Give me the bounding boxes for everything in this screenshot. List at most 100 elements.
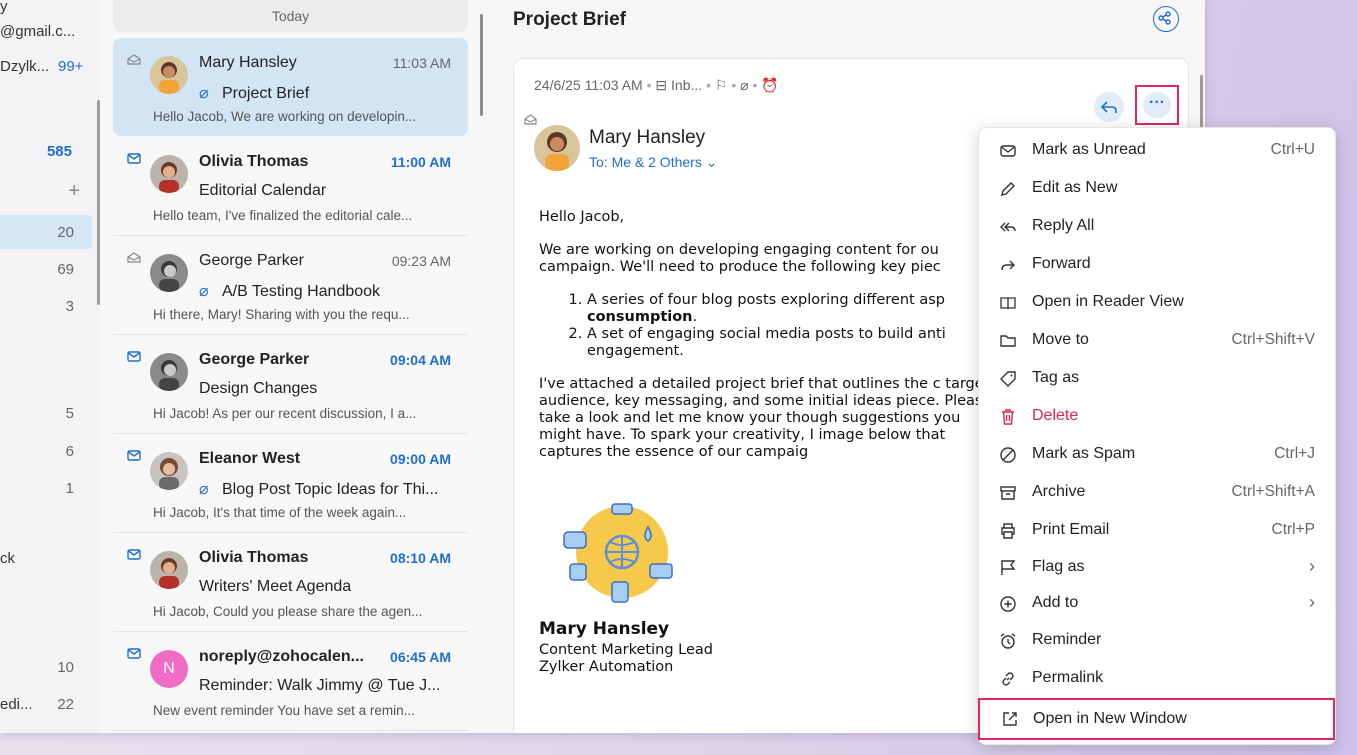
recipients-toggle[interactable]: To: Me & 2 Others ⌄ <box>589 154 717 171</box>
folder-count[interactable]: 6 <box>34 443 74 460</box>
read-envelope-icon <box>127 54 141 65</box>
folder-count[interactable]: 22 <box>34 696 74 713</box>
folder-count[interactable]: 3 <box>34 298 74 315</box>
flag-icon[interactable]: ⚐ <box>715 77 728 93</box>
mail-subject: Reminder: Walk Jimmy @ Tue J... <box>199 677 441 694</box>
more-dots-icon: ··· <box>1143 92 1171 118</box>
avatar <box>150 551 188 589</box>
campaign-illustration <box>563 503 673 603</box>
mail-time: 11:03 AM <box>392 55 451 71</box>
menu-item-edit-as-new[interactable]: Edit as New <box>979 171 1335 207</box>
mail-sender: Olivia Thomas <box>199 153 309 170</box>
list-item[interactable]: Olivia Thomas 11:00 AM Editorial Calenda… <box>113 137 468 236</box>
list-item[interactable]: George Parker 09:23 AM ⌀ A/B Testing Hand… <box>113 236 468 335</box>
menu-item-add-to[interactable]: Add to › <box>979 586 1335 622</box>
menu-item-open-new-window[interactable]: Open in New Window <box>978 698 1335 740</box>
unread-envelope-icon <box>127 153 141 164</box>
mail-time: 09:23 AM <box>391 253 451 269</box>
menu-item-archive[interactable]: Archive Ctrl+Shift+A <box>979 475 1335 511</box>
mail-time: 06:45 AM <box>390 649 451 665</box>
share-icon <box>1157 10 1171 25</box>
list-scrollbar[interactable] <box>480 14 483 116</box>
account-zylker[interactable]: Dzylk... <box>0 58 49 75</box>
mail-subject: Writers' Meet Agenda <box>199 578 352 595</box>
attachment-icon[interactable]: ⌀ <box>740 77 748 93</box>
body-paragraph: We are working on developing engaging co… <box>539 242 941 275</box>
menu-item-mark-spam[interactable]: Mark as Spam Ctrl+J <box>979 437 1335 473</box>
email-body: Hello Jacob, We are working on developin… <box>539 209 999 477</box>
menu-item-reader-view[interactable]: Open in Reader View <box>979 285 1335 321</box>
share-button[interactable] <box>1153 6 1179 32</box>
signature-company: Zylker Automation <box>539 659 674 675</box>
mail-sender: Olivia Thomas <box>199 549 309 566</box>
list-item[interactable]: Eleanor West 09:00 AM ⌀ Blog Post Topic I… <box>113 434 468 533</box>
mail-time: 09:04 AM <box>390 352 451 368</box>
mail-preview: Hello Jacob, We are working on developin… <box>153 109 417 124</box>
email-title: Project Brief <box>513 9 626 30</box>
unread-envelope-icon <box>127 351 141 362</box>
paperclip-icon: ⌀ <box>199 85 209 102</box>
mail-time: 11:00 AM <box>390 154 451 170</box>
envelope-icon <box>1000 145 1016 157</box>
avatar: N <box>150 650 188 688</box>
folder-count[interactable]: 1 <box>34 480 74 497</box>
reply-icon <box>1100 101 1117 113</box>
mail-list: Today Mary Hansley 11:03 AM ⌀ Project Bri… <box>100 0 485 733</box>
unread-envelope-icon <box>127 549 141 560</box>
menu-item-print[interactable]: Print Email Ctrl+P <box>979 513 1335 549</box>
alarm-icon <box>1000 633 1016 649</box>
menu-item-forward[interactable]: Forward <box>979 247 1335 283</box>
sender-name: Mary Hansley <box>589 127 706 148</box>
menu-item-mark-unread[interactable]: Mark as Unread Ctrl+U <box>979 133 1335 169</box>
plus-circle-icon <box>1000 596 1016 612</box>
read-envelope-icon <box>127 252 141 263</box>
add-folder-button[interactable]: + <box>40 180 80 203</box>
folder-label[interactable]: ck <box>0 550 15 567</box>
folder-count[interactable]: 69 <box>34 261 74 278</box>
inbox-icon: ⊟ <box>655 77 668 93</box>
avatar <box>150 56 188 94</box>
folder-count[interactable]: 20 <box>34 224 74 241</box>
mail-preview: New event reminder You have set a remin.… <box>153 703 415 718</box>
menu-item-reminder[interactable]: Reminder <box>979 623 1335 659</box>
email-meta: 24/6/25 11:03 AM • ⊟ Inb... • ⚐ • ⌀ • ⏰ <box>534 77 779 93</box>
reply-button[interactable] <box>1094 92 1124 122</box>
folder-count[interactable]: 5 <box>34 405 74 422</box>
greeting: Hello Jacob, <box>539 209 625 225</box>
mail-sender: George Parker <box>199 252 304 269</box>
avatar <box>150 452 188 490</box>
folder-count[interactable]: 10 <box>34 659 74 676</box>
tag-icon <box>1000 371 1016 387</box>
pencil-icon <box>1001 182 1015 196</box>
read-envelope-icon <box>524 114 537 125</box>
mail-subject: Editorial Calendar <box>199 182 327 199</box>
folder-label[interactable]: edi... <box>0 696 33 713</box>
more-actions-button[interactable]: ··· <box>1135 85 1179 125</box>
menu-item-delete[interactable]: Delete <box>979 399 1335 435</box>
spam-icon <box>1000 447 1016 463</box>
chevron-down-icon: ⌄ <box>705 154 718 170</box>
account-email[interactable]: @gmail.c... <box>0 23 75 40</box>
mail-sender: Mary Hansley <box>199 54 297 71</box>
folder-count[interactable]: 585 <box>32 143 72 160</box>
account-icon-fragment: y <box>0 0 8 15</box>
sender-avatar <box>534 125 580 171</box>
date-group-header: Today <box>113 0 468 32</box>
menu-item-permalink[interactable]: Permalink <box>979 661 1335 697</box>
list-item[interactable]: N noreply@zohocalen... 06:45 AM Reminder… <box>113 632 468 731</box>
mail-subject: ⌀ Blog Post Topic Ideas for Thi... <box>199 481 439 498</box>
list-item[interactable]: George Parker 09:04 AM Design Changes Hi… <box>113 335 468 434</box>
signature-name: Mary Hansley <box>539 619 670 639</box>
menu-item-reply-all[interactable]: Reply All <box>979 209 1335 245</box>
list-item[interactable]: Olivia Thomas 08:10 AM Writers' Meet Age… <box>113 533 468 632</box>
list-item[interactable]: Mary Hansley 11:03 AM ⌀ Project Brief Hel… <box>113 38 468 136</box>
folder-icon <box>1000 335 1016 347</box>
menu-item-tag-as[interactable]: Tag as <box>979 361 1335 397</box>
alarm-icon[interactable]: ⏰ <box>761 77 778 93</box>
mail-preview: Hi there, Mary! Sharing with you the req… <box>153 307 410 322</box>
chevron-right-icon: › <box>1309 592 1315 612</box>
menu-item-move-to[interactable]: Move to Ctrl+Shift+V <box>979 323 1335 359</box>
signature-title: Content Marketing Lead <box>539 642 713 658</box>
list-item: A series of four blog posts exploring di… <box>587 292 999 326</box>
menu-item-flag-as[interactable]: Flag as › <box>979 550 1335 586</box>
